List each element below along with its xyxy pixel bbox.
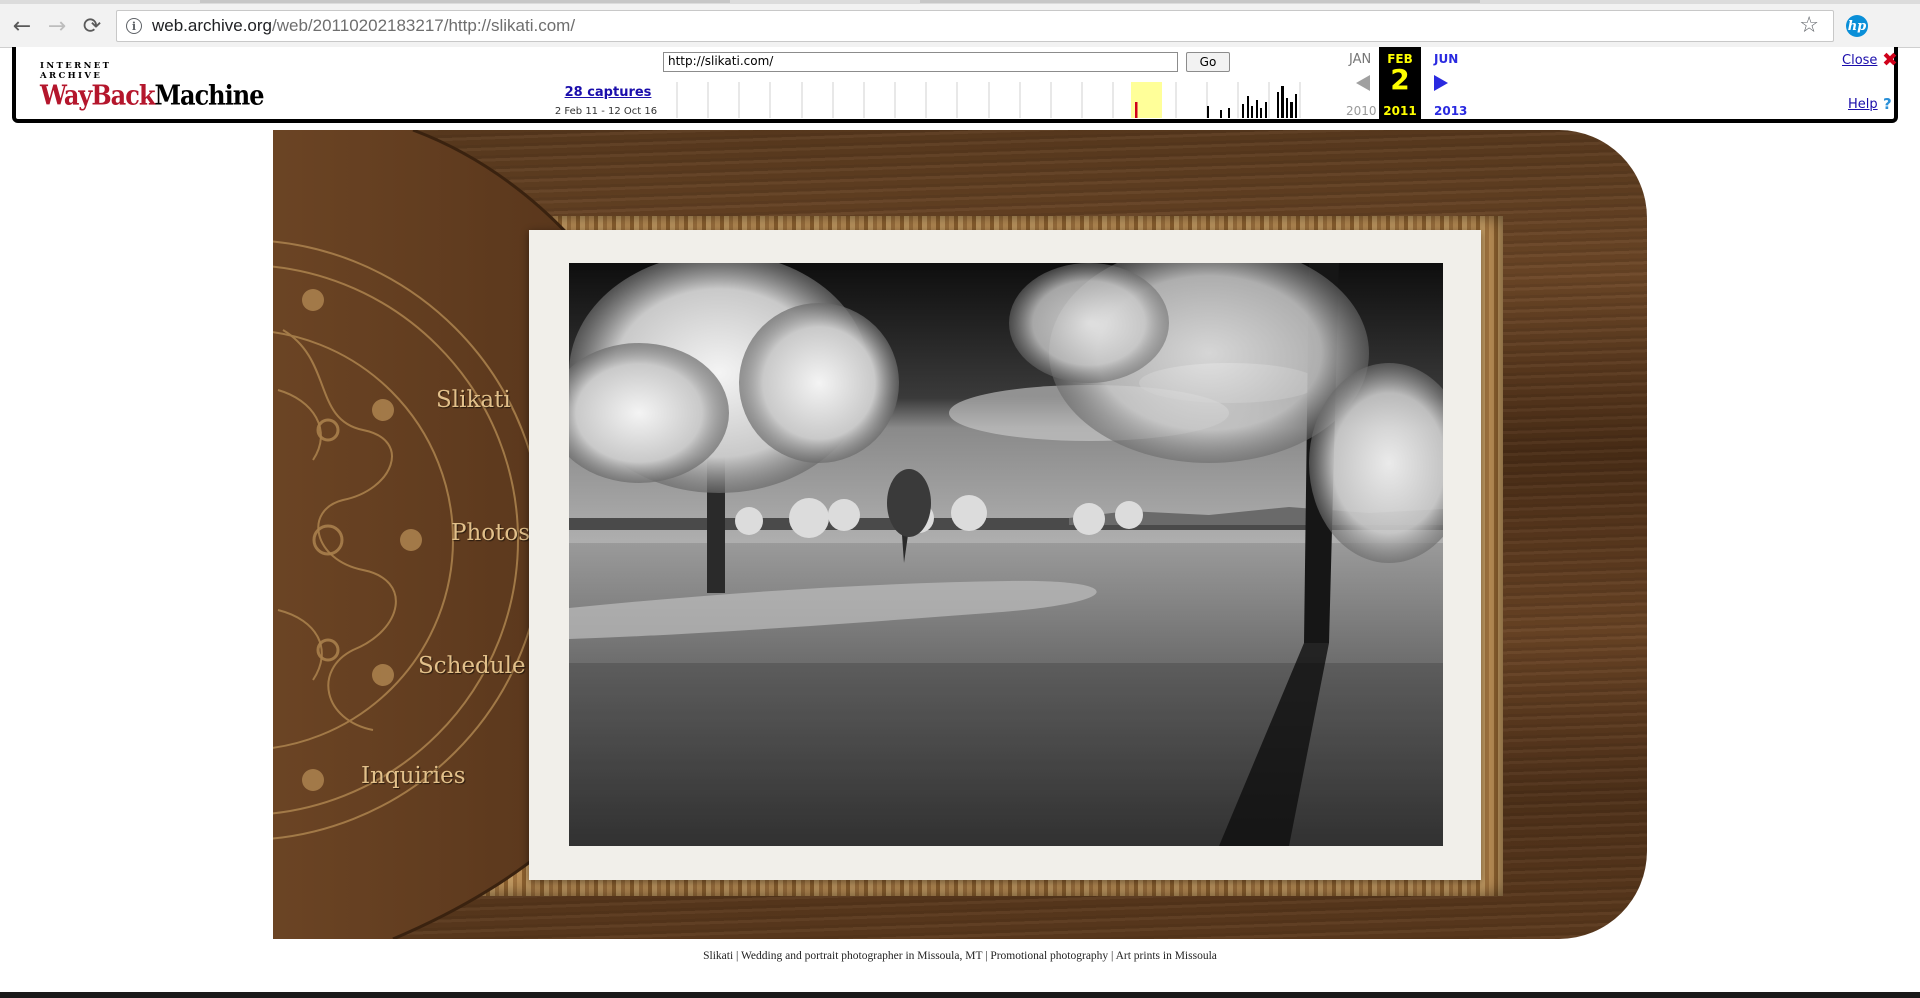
hp-extension-icon[interactable]: hp xyxy=(1846,15,1868,37)
featured-photo[interactable] xyxy=(569,263,1443,846)
page-bottom-bar xyxy=(0,992,1920,998)
forward-arrow-icon: → xyxy=(47,13,67,39)
nav-link-slikati[interactable]: Slikati xyxy=(436,387,511,413)
captures-link[interactable]: 28 captures xyxy=(552,85,664,100)
captures-date-range: 2 Feb 11 - 12 Oct 16 xyxy=(554,106,658,117)
bw-landscape-image xyxy=(569,263,1443,846)
next-year-label[interactable]: 2013 xyxy=(1434,104,1467,118)
next-month-label[interactable]: JUN xyxy=(1434,52,1458,66)
nav-link-inquiries[interactable]: Inquiries xyxy=(361,763,466,789)
browser-tab[interactable] xyxy=(920,0,1480,3)
prev-month-label[interactable]: JAN xyxy=(1349,52,1371,67)
wayback-toolbar: INTERNET ARCHIVE WayBackMachine http://s… xyxy=(12,47,1898,123)
nav-link-photos[interactable]: Photos xyxy=(451,520,530,546)
reload-button[interactable]: ⟳ xyxy=(78,12,106,40)
go-button[interactable]: Go xyxy=(1186,52,1230,72)
current-year-label: 2011 xyxy=(1383,104,1417,118)
wayback-logo[interactable]: INTERNET ARCHIVE WayBackMachine xyxy=(40,61,264,112)
prev-capture-arrow-icon[interactable] xyxy=(1356,75,1370,91)
back-button[interactable]: ← xyxy=(8,12,36,40)
close-link[interactable]: Close xyxy=(1842,53,1877,68)
site-footer: Slikati | Wedding and portrait photograp… xyxy=(703,950,1217,962)
browser-tab[interactable] xyxy=(200,0,730,3)
current-capture-bar xyxy=(1135,102,1138,118)
help-link[interactable]: Help xyxy=(1848,97,1878,112)
back-arrow-icon: ← xyxy=(12,13,32,39)
photo-mat xyxy=(529,230,1481,880)
reload-icon: ⟳ xyxy=(82,13,102,39)
site-info-icon[interactable]: i xyxy=(126,18,142,34)
bookmark-star-icon[interactable]: ☆ xyxy=(1799,13,1819,38)
help-question-icon[interactable]: ? xyxy=(1883,95,1892,113)
url-path: /web/20110202183217/http://slikati.com/ xyxy=(272,16,576,35)
prev-year-label[interactable]: 2010 xyxy=(1346,104,1377,118)
address-bar[interactable]: i web.archive.org/web/20110202183217/htt… xyxy=(116,10,1834,42)
url-text[interactable]: web.archive.org/web/20110202183217/http:… xyxy=(152,16,575,36)
wayback-machine-text: WayBackMachine xyxy=(40,78,264,112)
nav-link-schedule[interactable]: Schedule xyxy=(418,653,526,679)
url-host: web.archive.org xyxy=(152,16,273,35)
wayback-url-input[interactable]: http://slikati.com/ xyxy=(663,52,1178,72)
current-day-label: 2 xyxy=(1390,63,1410,96)
browser-toolbar: ← → ⟳ i web.archive.org/web/201102021832… xyxy=(0,4,1920,48)
forward-button[interactable]: → xyxy=(43,12,71,40)
slikati-site-frame: Slikati Photos Schedule Inquiries xyxy=(273,130,1647,939)
capture-sparkline[interactable] xyxy=(676,82,1322,118)
close-x-icon[interactable]: ✖ xyxy=(1882,49,1898,71)
next-capture-arrow-icon[interactable] xyxy=(1434,75,1448,91)
